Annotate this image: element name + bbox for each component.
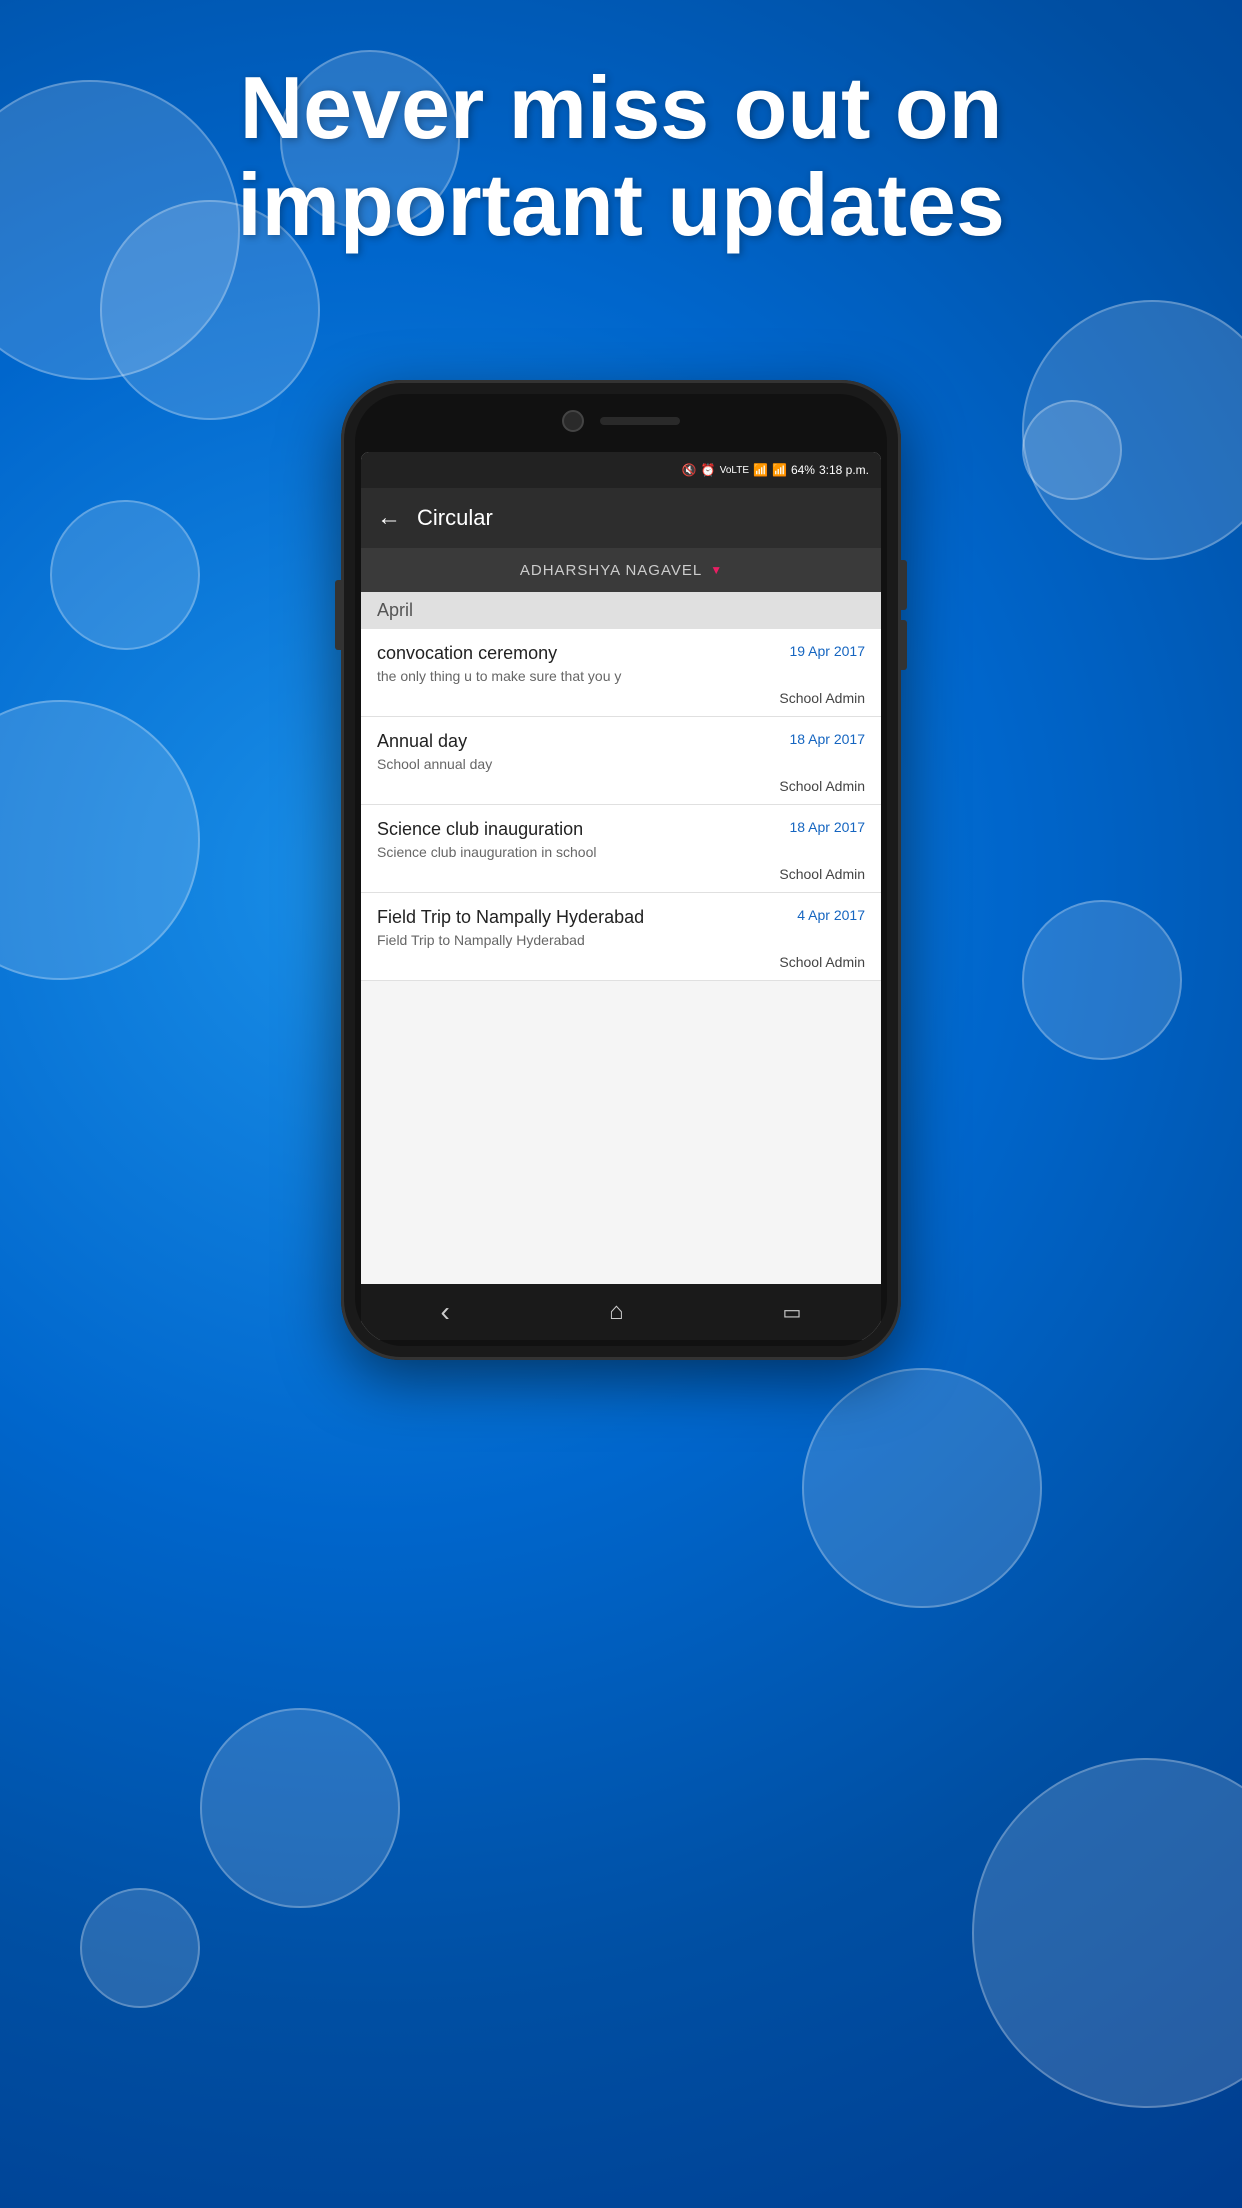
- item-title-0: convocation ceremony: [377, 643, 781, 664]
- back-button[interactable]: ←: [377, 504, 401, 532]
- item-author-2: School Admin: [377, 866, 865, 882]
- volume-down-button: [901, 620, 907, 670]
- status-bar: 🔇 ⏰ VoLTE 📶 📶 64% 3:18 p.m.: [361, 452, 881, 488]
- item-author-3: School Admin: [377, 954, 865, 970]
- item-date-0: 19 Apr 2017: [789, 643, 865, 659]
- power-button: [335, 580, 341, 650]
- app-bar-title: Circular: [417, 505, 493, 531]
- circular-item-1[interactable]: Annual day 18 Apr 2017 School annual day…: [361, 717, 881, 805]
- circular-item-3[interactable]: Field Trip to Nampally Hyderabad 4 Apr 2…: [361, 893, 881, 981]
- item-header-3: Field Trip to Nampally Hyderabad 4 Apr 2…: [377, 907, 865, 928]
- dropdown-arrow-icon: ▼: [710, 563, 722, 577]
- student-dropdown[interactable]: ADHARSHYA NAGAVEL ▼: [361, 548, 881, 592]
- app-bar: ← Circular: [361, 488, 881, 548]
- screen: 🔇 ⏰ VoLTE 📶 📶 64% 3:18 p.m. ← Circular A…: [361, 452, 881, 1340]
- item-header-2: Science club inauguration 18 Apr 2017: [377, 819, 865, 840]
- headline-line2: important updates: [80, 157, 1162, 254]
- item-date-3: 4 Apr 2017: [797, 907, 865, 923]
- item-title-2: Science club inauguration: [377, 819, 781, 840]
- nav-home-button[interactable]: ⌂: [609, 1298, 624, 1326]
- nav-back-button[interactable]: ‹: [441, 1296, 450, 1328]
- item-desc-2: Science club inauguration in school: [377, 844, 865, 860]
- item-date-2: 18 Apr 2017: [789, 819, 865, 835]
- item-desc-0: the only thing u to make sure that you y: [377, 668, 865, 684]
- mute-icon: 🔇: [682, 463, 697, 477]
- speaker: [600, 417, 680, 425]
- status-icons: 🔇 ⏰ VoLTE 📶 📶 64% 3:18 p.m.: [682, 463, 869, 477]
- month-header: April: [361, 592, 881, 629]
- circular-item-0[interactable]: convocation ceremony 19 Apr 2017 the onl…: [361, 629, 881, 717]
- signal-icon: 📶: [772, 463, 787, 477]
- item-header-0: convocation ceremony 19 Apr 2017: [377, 643, 865, 664]
- battery-text: 64%: [791, 463, 815, 477]
- volume-up-button: [901, 560, 907, 610]
- item-date-1: 18 Apr 2017: [789, 731, 865, 747]
- month-label: April: [377, 600, 413, 620]
- item-desc-3: Field Trip to Nampally Hyderabad: [377, 932, 865, 948]
- phone-shell: 🔇 ⏰ VoLTE 📶 📶 64% 3:18 p.m. ← Circular A…: [341, 380, 901, 1360]
- circulars-list: April convocation ceremony 19 Apr 2017 t…: [361, 592, 881, 1284]
- phone-camera-bar: [562, 410, 680, 432]
- circular-item-2[interactable]: Science club inauguration 18 Apr 2017 Sc…: [361, 805, 881, 893]
- headline-line1: Never miss out on: [80, 60, 1162, 157]
- headline: Never miss out on important updates: [0, 60, 1242, 254]
- item-desc-1: School annual day: [377, 756, 865, 772]
- volte-icon: VoLTE: [720, 465, 749, 476]
- phone-inner: 🔇 ⏰ VoLTE 📶 📶 64% 3:18 p.m. ← Circular A…: [355, 394, 887, 1346]
- bottom-navigation: ‹ ⌂ ▭: [361, 1284, 881, 1340]
- time-display: 3:18 p.m.: [819, 463, 869, 477]
- item-author-1: School Admin: [377, 778, 865, 794]
- item-title-3: Field Trip to Nampally Hyderabad: [377, 907, 789, 928]
- dropdown-label: ADHARSHYA NAGAVEL: [520, 562, 702, 579]
- nav-recents-button[interactable]: ▭: [783, 1300, 802, 1325]
- item-author-0: School Admin: [377, 690, 865, 706]
- item-title-1: Annual day: [377, 731, 781, 752]
- item-header-1: Annual day 18 Apr 2017: [377, 731, 865, 752]
- front-camera: [562, 410, 584, 432]
- wifi-icon: 📶: [753, 463, 768, 477]
- alarm-icon: ⏰: [701, 463, 716, 477]
